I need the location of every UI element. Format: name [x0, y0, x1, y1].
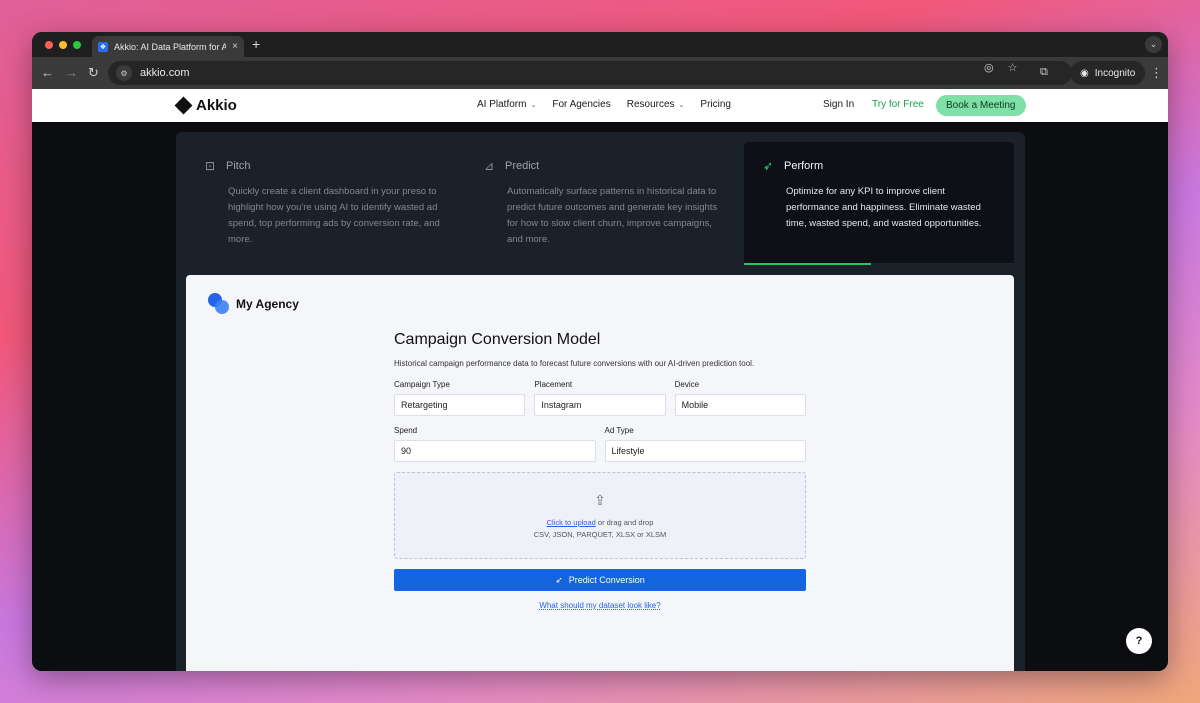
incognito-badge[interactable]: ◉ Incognito	[1070, 61, 1146, 85]
agency-logo-icon	[208, 293, 230, 315]
tab-search-button[interactable]: ⌄	[1145, 36, 1162, 53]
nav-ai-platform-label: AI Platform	[477, 99, 527, 110]
incognito-icon: ◉	[1080, 67, 1089, 79]
feature-description: Quickly create a client dashboard in you…	[228, 186, 440, 245]
main-content: ⊡ Pitch Quickly create a client dashboar…	[32, 122, 1168, 671]
main-nav: AI Platform ⌄ For Agencies Resources ⌄ Pri…	[477, 99, 731, 110]
feature-panel: ⊡ Pitch Quickly create a client dashboar…	[176, 132, 1025, 671]
dataset-help-link[interactable]: What should my dataset look like?	[394, 601, 806, 610]
site-info-icon[interactable]: ⚙	[116, 65, 132, 81]
new-tab-button[interactable]: +	[252, 37, 260, 51]
browser-window: ❖ Akkio: AI Data Platform for Ag × + ⌄ ←…	[32, 32, 1168, 671]
akkio-favicon-icon: ❖	[98, 41, 108, 52]
agency-brand: My Agency	[208, 293, 299, 315]
spend-input[interactable]: 90	[394, 440, 596, 462]
form-row: Spend 90 Ad Type Lifestyle	[394, 426, 806, 462]
spend-label: Spend	[394, 426, 418, 435]
placement-field: Placement Instagram	[534, 380, 666, 416]
tab-title: Akkio: AI Data Platform for Ag	[114, 41, 227, 52]
feature-tab-predict[interactable]: ⊿ Predict Automatically surface patterns…	[465, 142, 735, 265]
browser-tab[interactable]: ❖ Akkio: AI Data Platform for Ag ×	[92, 36, 244, 57]
address-bar[interactable]: ⚙ akkio.com	[108, 61, 1072, 85]
reload-icon[interactable]: ↻	[88, 65, 99, 81]
predict-button-label: Predict Conversion	[568, 575, 645, 585]
feature-progress-fill	[744, 263, 871, 265]
logo-text: Akkio	[196, 97, 237, 114]
file-upload-dropzone[interactable]: ⇪ Click to upload or drag and drop CSV, …	[394, 472, 806, 559]
nav-resources[interactable]: Resources ⌄	[627, 99, 685, 110]
predict-conversion-button[interactable]: ➶ Predict Conversion	[394, 569, 806, 591]
chevron-down-icon: ⌄	[678, 102, 685, 109]
rocket-icon: ➶	[555, 574, 563, 585]
ad-type-field: Ad Type Lifestyle	[604, 426, 806, 462]
back-icon[interactable]: ←	[41, 65, 54, 80]
tab-strip: ❖ Akkio: AI Data Platform for Ag × + ⌄	[32, 32, 1168, 57]
forward-icon[interactable]: →	[65, 65, 78, 80]
try-for-free-link[interactable]: Try for Free	[872, 99, 924, 110]
eye-off-icon[interactable]: ◎	[984, 61, 994, 74]
nav-for-agencies-label: For Agencies	[552, 99, 611, 110]
chevron-down-icon: ⌄	[530, 102, 537, 109]
nav-resources-label: Resources	[626, 99, 675, 110]
bookmark-star-icon[interactable]: ☆	[1008, 61, 1018, 74]
upload-instructions: Click to upload or drag and drop	[547, 518, 654, 527]
feature-progress-bar	[744, 263, 1014, 265]
demo-card: My Agency Campaign Conversion Model Hist…	[186, 275, 1014, 671]
extensions-icon[interactable]: ⧉	[1040, 66, 1048, 79]
campaign-type-label: Campaign Type	[394, 380, 450, 389]
prediction-form: Campaign Conversion Model Historical cam…	[394, 331, 806, 610]
nav-pricing[interactable]: Pricing	[700, 99, 731, 110]
browser-toolbar: ← → ↻ ⚙ akkio.com ◎ ☆ ⧉ ◉ Incognito ⋮	[32, 57, 1168, 89]
feature-title: Perform	[784, 160, 824, 172]
device-input[interactable]: Mobile	[674, 394, 806, 416]
chart-icon: ⊿	[483, 159, 495, 173]
feature-description: Optimize for any KPI to improve client p…	[786, 186, 982, 229]
upload-icon: ⇪	[594, 492, 606, 508]
omnibox-actions: ◎ ☆	[984, 61, 1017, 74]
form-subtitle: Historical campaign performance data to …	[394, 359, 755, 368]
presentation-icon: ⊡	[204, 159, 216, 173]
placement-label: Placement	[534, 380, 573, 389]
maximize-window-button[interactable]	[73, 41, 81, 49]
ad-type-input[interactable]: Lifestyle	[604, 440, 806, 462]
incognito-label: Incognito	[1094, 67, 1136, 79]
window-controls	[45, 41, 81, 49]
tab-close-icon[interactable]: ×	[232, 41, 238, 52]
feature-tab-perform[interactable]: ➶ Perform Optimize for any KPI to improv…	[744, 142, 1014, 265]
click-to-upload-link[interactable]: Click to upload	[547, 518, 596, 527]
feature-title: Pitch	[226, 160, 251, 172]
upload-formats: CSV, JSON, PARQUET, XLSX or XLSM	[533, 530, 667, 539]
book-meeting-button[interactable]: Book a Meeting	[936, 95, 1026, 116]
close-window-button[interactable]	[45, 41, 53, 49]
ad-type-label: Ad Type	[604, 426, 634, 435]
help-button[interactable]: ?	[1126, 628, 1152, 654]
nav-ai-platform[interactable]: AI Platform ⌄	[477, 99, 536, 110]
feature-tab-pitch[interactable]: ⊡ Pitch Quickly create a client dashboar…	[186, 142, 456, 265]
nav-for-agencies[interactable]: For Agencies	[552, 99, 610, 110]
spend-field: Spend 90	[394, 426, 596, 462]
campaign-type-field: Campaign Type Retargeting	[394, 380, 526, 416]
form-title: Campaign Conversion Model	[394, 331, 601, 348]
placement-input[interactable]: Instagram	[534, 394, 666, 416]
browser-menu-icon[interactable]: ⋮	[1150, 65, 1163, 81]
feature-title: Predict	[505, 160, 540, 172]
rocket-icon: ➶	[762, 159, 774, 173]
akkio-logo-icon	[174, 96, 193, 114]
upload-rest-text: or drag and drop	[595, 518, 654, 527]
device-label: Device	[674, 380, 700, 389]
nav-pricing-label: Pricing	[700, 99, 731, 110]
url-text: akkio.com	[140, 67, 190, 79]
minimize-window-button[interactable]	[59, 41, 67, 49]
device-field: Device Mobile	[674, 380, 806, 416]
form-row: Campaign Type Retargeting Placement Inst…	[394, 380, 806, 416]
agency-name: My Agency	[236, 297, 299, 311]
akkio-logo[interactable]: Akkio	[174, 96, 237, 114]
feature-description: Automatically surface patterns in histor…	[507, 186, 718, 245]
site-header: Akkio AI Platform ⌄ For Agencies Resource…	[32, 89, 1168, 122]
campaign-type-input[interactable]: Retargeting	[394, 394, 526, 416]
sign-in-link[interactable]: Sign In	[823, 99, 854, 110]
